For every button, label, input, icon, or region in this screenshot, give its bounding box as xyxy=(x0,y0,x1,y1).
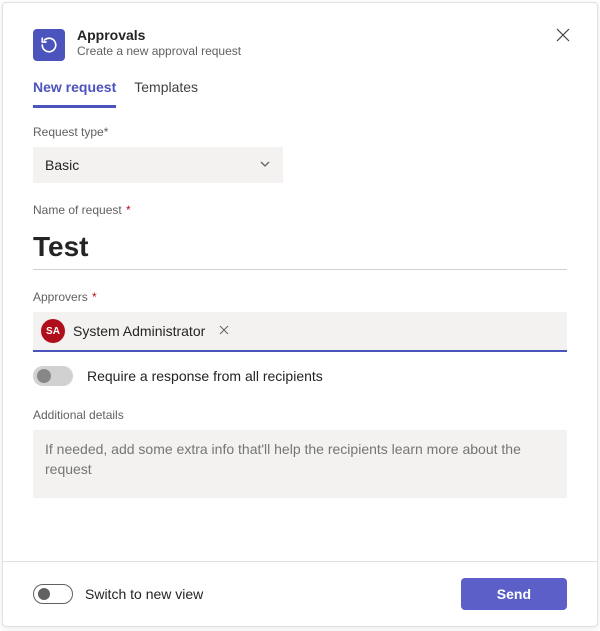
require-response-toggle[interactable] xyxy=(33,366,73,386)
required-mark: * xyxy=(126,203,131,217)
dialog-title: Approvals xyxy=(77,27,241,43)
tab-templates[interactable]: Templates xyxy=(134,71,198,108)
dialog-footer: Switch to new view Send xyxy=(3,561,597,626)
request-type-select[interactable]: Basic xyxy=(33,147,283,183)
approver-chip-name: System Administrator xyxy=(73,323,205,339)
form-scroll-area[interactable]: Request type* Basic Name of request * Ap… xyxy=(3,109,597,561)
field-approvers: Approvers * SA System Administrator xyxy=(33,290,567,352)
field-details: Additional details xyxy=(33,408,567,503)
name-label: Name of request * xyxy=(33,203,567,217)
approvers-label: Approvers * xyxy=(33,290,567,304)
chevron-down-icon xyxy=(259,157,271,173)
approvals-dialog: Approvals Create a new approval request … xyxy=(2,2,598,627)
switch-view-label: Switch to new view xyxy=(85,586,203,602)
tabs: New request Templates xyxy=(3,71,597,109)
details-textarea[interactable] xyxy=(33,430,567,498)
request-type-label: Request type* xyxy=(33,125,567,139)
remove-approver-button[interactable] xyxy=(215,322,233,340)
require-response-row: Require a response from all recipients xyxy=(33,366,567,386)
field-request-type: Request type* Basic xyxy=(33,125,567,183)
close-button[interactable] xyxy=(551,25,575,49)
details-label: Additional details xyxy=(33,408,567,422)
required-mark: * xyxy=(92,290,97,304)
close-icon xyxy=(556,28,570,47)
name-input[interactable] xyxy=(33,225,567,270)
approvers-input[interactable]: SA System Administrator xyxy=(33,312,567,352)
field-name: Name of request * xyxy=(33,203,567,270)
require-response-label: Require a response from all recipients xyxy=(87,368,323,384)
request-type-value: Basic xyxy=(45,157,79,173)
approvals-app-icon xyxy=(33,29,65,61)
send-button[interactable]: Send xyxy=(461,578,567,610)
avatar: SA xyxy=(41,319,65,343)
dialog-subtitle: Create a new approval request xyxy=(77,44,241,58)
switch-view-toggle[interactable] xyxy=(33,584,73,604)
tab-new-request[interactable]: New request xyxy=(33,71,116,108)
x-icon xyxy=(219,325,229,335)
dialog-header: Approvals Create a new approval request xyxy=(3,3,597,71)
